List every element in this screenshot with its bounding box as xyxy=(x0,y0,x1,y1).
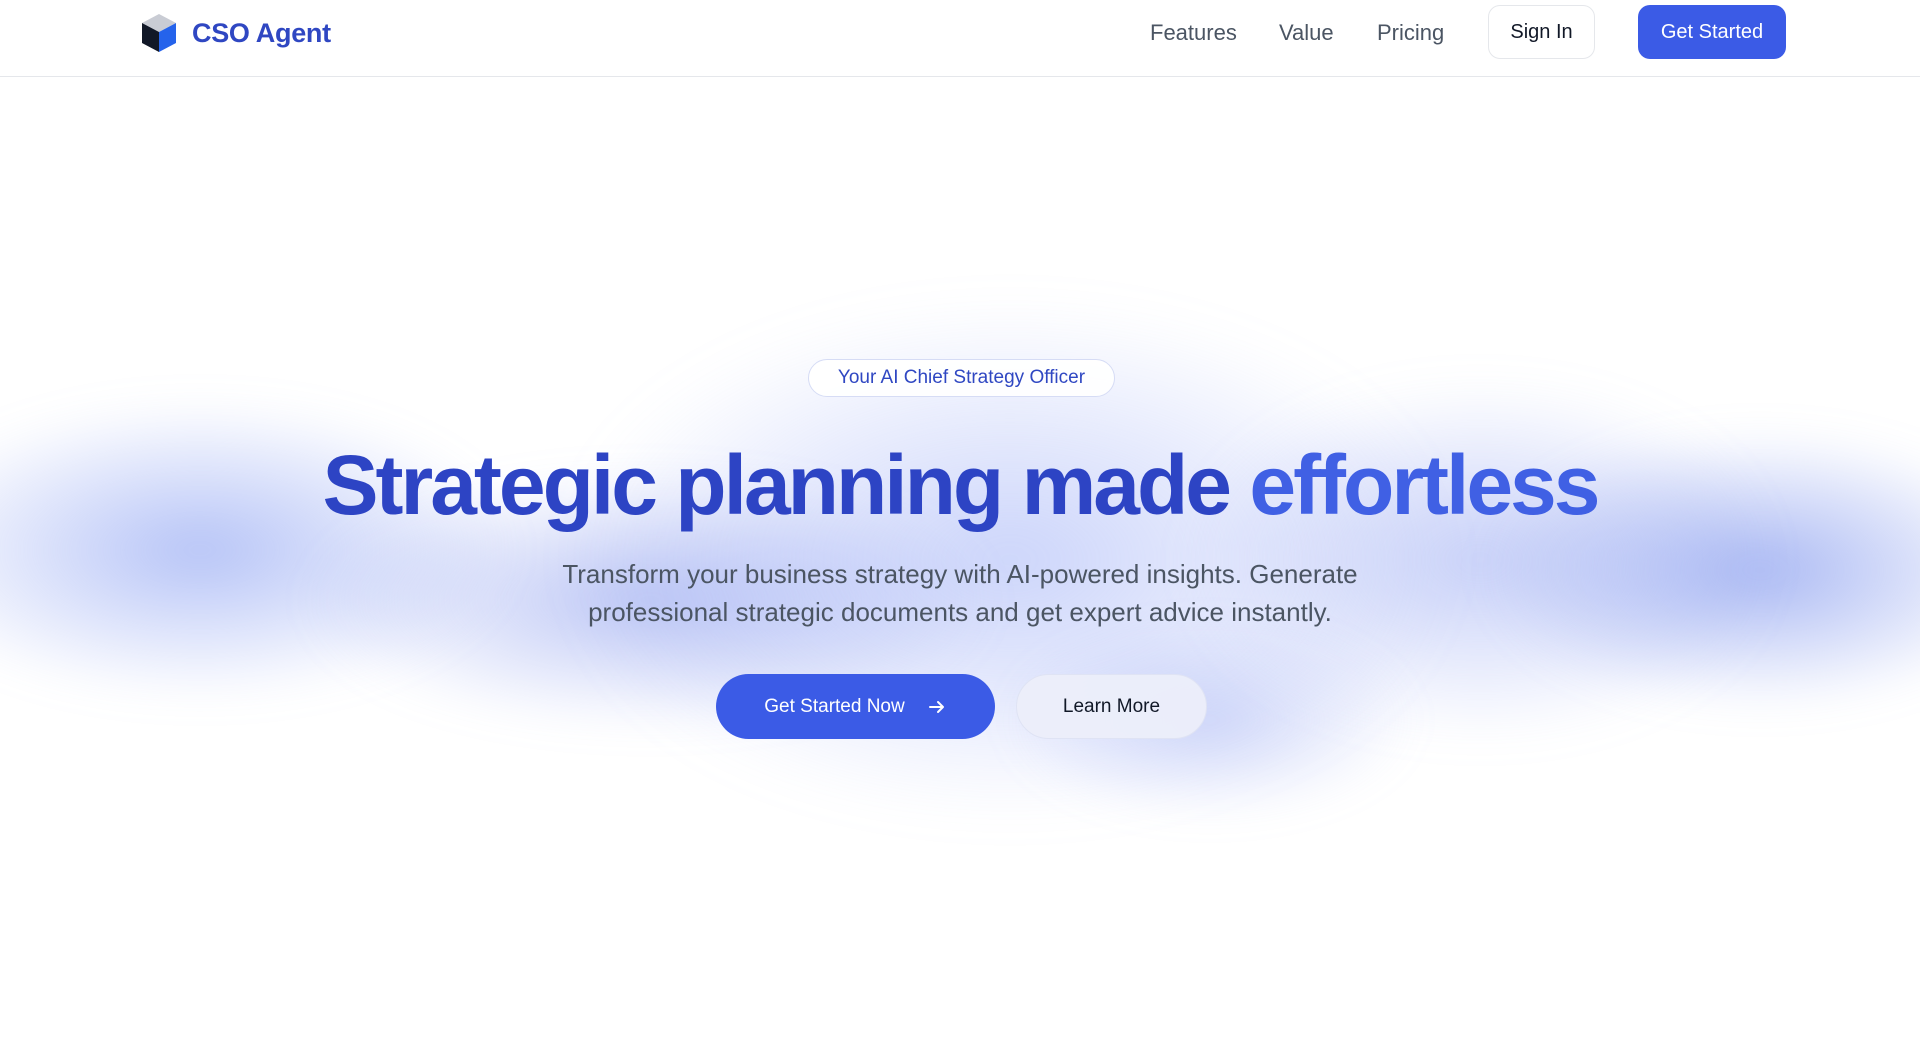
brand-name: CSO Agent xyxy=(192,17,331,48)
get-started-now-label: Get Started Now xyxy=(764,695,905,717)
brand-home-link[interactable]: CSO Agent xyxy=(140,13,331,53)
nav-pricing-link[interactable]: Pricing xyxy=(1377,20,1444,46)
hero-headline: Strategic planning made effortless xyxy=(0,437,1920,533)
site-header: CSO Agent Features Value Pricing Sign In… xyxy=(0,0,1920,77)
get-started-button[interactable]: Get Started xyxy=(1638,5,1786,59)
get-started-now-button[interactable]: Get Started Now xyxy=(716,674,995,739)
hero-section: Your AI Chief Strategy Officer Strategic… xyxy=(0,0,1920,1048)
learn-more-button[interactable]: Learn More xyxy=(1016,674,1207,739)
landing-page: CSO Agent Features Value Pricing Sign In… xyxy=(0,0,1920,1048)
nav-value-link[interactable]: Value xyxy=(1279,20,1334,46)
cube-logo-icon xyxy=(142,14,176,52)
sign-in-button[interactable]: Sign In xyxy=(1488,5,1595,59)
headline-main-text: Strategic planning made xyxy=(322,438,1250,532)
headline-accent-text: effortless xyxy=(1249,438,1600,532)
hero-badge: Your AI Chief Strategy Officer xyxy=(808,359,1115,397)
arrow-right-icon xyxy=(928,700,944,713)
hero-subtitle: Transform your business strategy with AI… xyxy=(562,559,1358,627)
nav-features-link[interactable]: Features xyxy=(1150,20,1237,46)
